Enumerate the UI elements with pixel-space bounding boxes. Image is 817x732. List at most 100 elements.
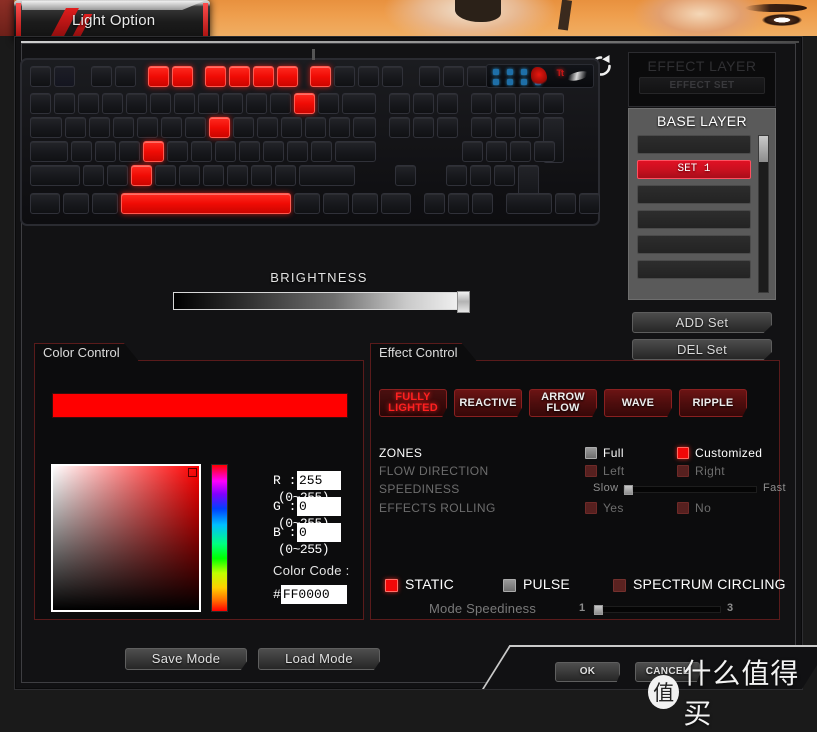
effect-button-reactive[interactable]: REACTIVE xyxy=(454,389,522,417)
flow-right-label[interactable]: Right xyxy=(695,464,725,478)
keyboard-key[interactable] xyxy=(115,66,136,87)
effects-rolling-yes-checkbox[interactable] xyxy=(585,502,597,514)
flow-left-label[interactable]: Left xyxy=(603,464,625,478)
keyboard-key[interactable] xyxy=(30,117,62,138)
hue-slider[interactable] xyxy=(211,464,228,612)
keyboard-key[interactable] xyxy=(233,117,254,138)
keyboard-key[interactable] xyxy=(257,117,278,138)
keyboard-key-lit[interactable] xyxy=(209,117,230,138)
load-mode-button[interactable]: Load Mode xyxy=(258,648,380,670)
keyboard-key[interactable] xyxy=(30,93,51,114)
keyboard-key[interactable] xyxy=(126,93,147,114)
keyboard-key[interactable] xyxy=(510,141,531,162)
keyboard-key[interactable] xyxy=(251,165,272,186)
keyboard-key[interactable] xyxy=(382,66,403,87)
keyboard-key-lit[interactable] xyxy=(143,141,164,162)
keyboard-key[interactable] xyxy=(222,93,243,114)
keyboard-key[interactable] xyxy=(471,117,492,138)
zones-full-label[interactable]: Full xyxy=(603,446,624,460)
keyboard-key[interactable] xyxy=(462,141,483,162)
keyboard-key[interactable] xyxy=(342,93,376,114)
keyboard-key[interactable] xyxy=(246,93,267,114)
cancel-button[interactable]: CANCEL xyxy=(635,662,700,682)
keyboard-key[interactable] xyxy=(305,117,326,138)
keyboard-key[interactable] xyxy=(448,193,469,214)
keyboard-key-lit[interactable] xyxy=(172,66,193,87)
keyboard-key[interactable] xyxy=(185,117,206,138)
brightness-slider[interactable] xyxy=(173,291,470,313)
keyboard-key[interactable] xyxy=(30,141,68,162)
keyboard-key-lit[interactable] xyxy=(277,66,298,87)
keyboard-key[interactable] xyxy=(30,66,51,87)
red-input[interactable]: 255 xyxy=(297,471,341,490)
keyboard-key[interactable] xyxy=(30,193,60,214)
keyboard-key[interactable] xyxy=(89,117,110,138)
keyboard-key[interactable] xyxy=(63,193,89,214)
keyboard-key[interactable] xyxy=(470,165,491,186)
keyboard-key[interactable] xyxy=(437,93,458,114)
keyboard-key[interactable] xyxy=(413,93,434,114)
keyboard-key[interactable] xyxy=(281,117,302,138)
keyboard-key[interactable] xyxy=(467,66,488,87)
keyboard-key[interactable] xyxy=(318,93,339,114)
keyboard-key[interactable] xyxy=(471,93,492,114)
keyboard-key[interactable] xyxy=(270,93,291,114)
keyboard-key[interactable] xyxy=(389,93,410,114)
set-list-scrollbar-thumb[interactable] xyxy=(759,136,768,162)
flow-left-checkbox[interactable] xyxy=(585,465,597,477)
keyboard-key-lit[interactable] xyxy=(131,165,152,186)
zones-customized-checkbox[interactable] xyxy=(677,447,689,459)
effect-button-fully-lighted[interactable]: FULLY LIGHTED xyxy=(379,389,447,417)
keyboard-key[interactable] xyxy=(161,117,182,138)
keyboard-key[interactable] xyxy=(472,193,493,214)
color-picker-cursor[interactable] xyxy=(188,468,197,477)
save-mode-button[interactable]: Save Mode xyxy=(125,648,247,670)
keyboard-key[interactable] xyxy=(150,93,171,114)
keyboard-key-lit[interactable] xyxy=(148,66,169,87)
effects-rolling-no-label[interactable]: No xyxy=(695,501,711,515)
add-set-button[interactable]: ADD Set xyxy=(632,312,772,333)
keyboard-key[interactable] xyxy=(486,141,507,162)
zones-full-checkbox[interactable] xyxy=(585,447,597,459)
mode-checkbox[interactable] xyxy=(503,579,516,592)
keyboard-key[interactable] xyxy=(83,165,104,186)
keyboard-key[interactable] xyxy=(534,141,555,162)
effect-set-button[interactable]: EFFECT SET xyxy=(639,77,765,94)
keyboard-key[interactable] xyxy=(335,141,376,162)
green-input[interactable]: 0 xyxy=(297,497,341,516)
keyboard-key[interactable] xyxy=(494,165,515,186)
keyboard-key[interactable] xyxy=(311,141,332,162)
color-preview-swatch[interactable] xyxy=(52,393,348,418)
keyboard-key[interactable] xyxy=(191,141,212,162)
keyboard-key[interactable] xyxy=(227,165,248,186)
keyboard-key[interactable] xyxy=(437,117,458,138)
keyboard-key[interactable] xyxy=(358,66,379,87)
keyboard-key[interactable] xyxy=(65,117,86,138)
keyboard-key[interactable] xyxy=(215,141,236,162)
mode-speediness-slider[interactable] xyxy=(593,605,721,615)
keyboard-key[interactable] xyxy=(419,66,440,87)
keyboard-key[interactable] xyxy=(119,141,140,162)
mode-checkbox[interactable] xyxy=(613,579,626,592)
keyboard-key[interactable] xyxy=(275,165,296,186)
keyboard-preview[interactable]: Tt xyxy=(20,49,618,238)
set-list-item-active[interactable]: SET 1 xyxy=(637,160,751,179)
keyboard-key-lit[interactable] xyxy=(205,66,226,87)
saturation-value-picker[interactable] xyxy=(51,464,201,612)
keyboard-key[interactable] xyxy=(519,117,540,138)
set-list-item[interactable] xyxy=(637,185,751,204)
keyboard-key[interactable] xyxy=(107,165,128,186)
keyboard-key-lit[interactable] xyxy=(310,66,331,87)
keyboard-key[interactable] xyxy=(167,141,188,162)
effect-button-ripple[interactable]: RIPPLE xyxy=(679,389,747,417)
set-list-item[interactable] xyxy=(637,210,751,229)
keyboard-key[interactable] xyxy=(519,93,540,114)
effects-rolling-no-checkbox[interactable] xyxy=(677,502,689,514)
keyboard-key[interactable] xyxy=(263,141,284,162)
del-set-button[interactable]: DEL Set xyxy=(632,339,772,360)
keyboard-key[interactable] xyxy=(95,141,116,162)
effects-rolling-yes-label[interactable]: Yes xyxy=(603,501,624,515)
brightness-slider-thumb[interactable] xyxy=(457,291,470,313)
tab-light-option[interactable]: Light Option xyxy=(14,0,210,41)
flow-right-checkbox[interactable] xyxy=(677,465,689,477)
